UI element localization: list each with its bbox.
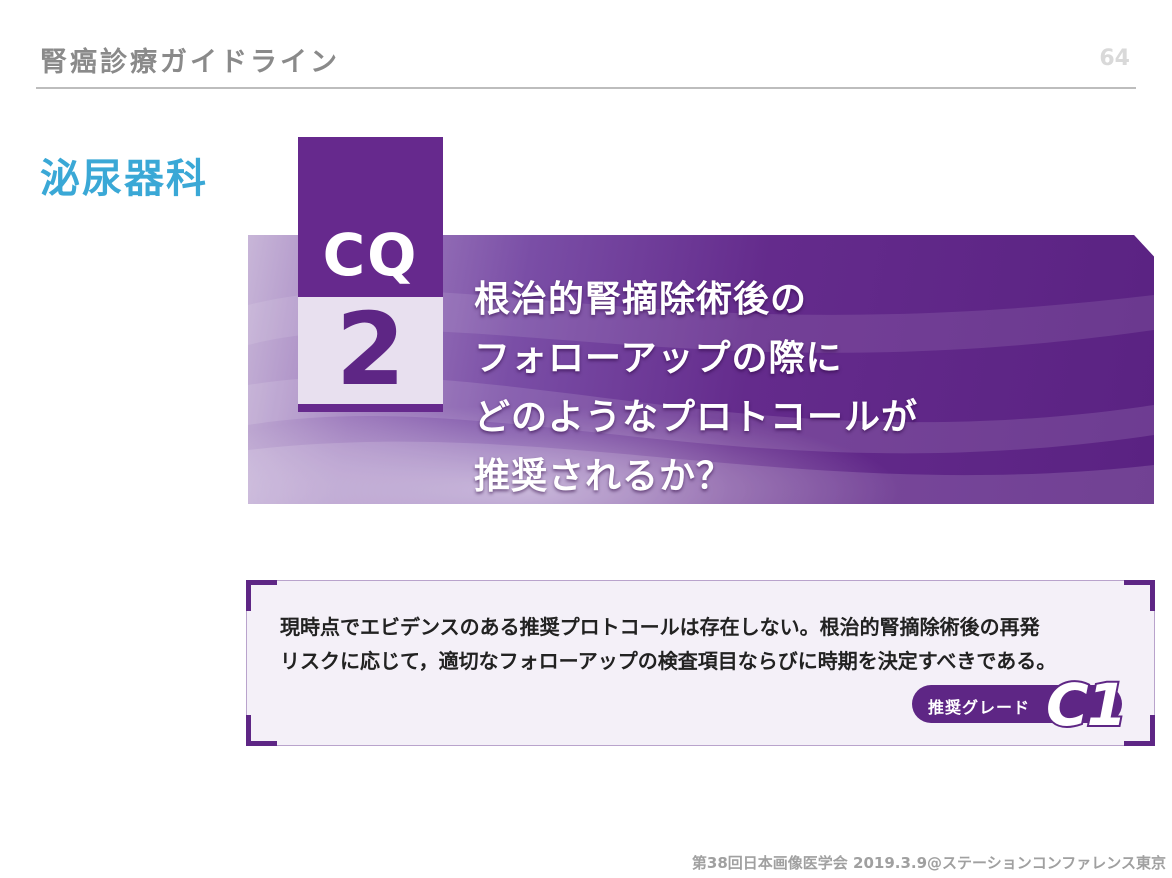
question-line: フォローアップの際に: [474, 338, 843, 379]
recommendation-line: リスクに応じて，適切なフォローアップの検査項目ならびに時期を決定すべきである。: [280, 649, 1057, 673]
box-border: [1154, 606, 1155, 720]
grade-value: C1: [1044, 669, 1129, 741]
cq-label: CQ: [322, 221, 419, 289]
cq-badge: CQ 2: [298, 137, 443, 412]
guideline-title: 腎癌診療ガイドライン: [40, 47, 340, 78]
cq-number-panel: 2: [298, 291, 443, 408]
recommendation-box: 現時点でエビデンスのある推奨プロトコールは存在しない。根治的腎摘除術後の再発 リ…: [246, 580, 1155, 746]
box-border: [272, 745, 1129, 746]
question-line: 推奨されるか？: [474, 456, 734, 497]
recommendation-grade-badge: 推奨グレード C1: [912, 669, 1129, 741]
recommendation-text: 現時点でエビデンスのある推奨プロトコールは存在しない。根治的腎摘除術後の再発 リ…: [280, 610, 1140, 678]
department-heading: 泌尿器科: [40, 156, 208, 202]
box-border: [246, 606, 247, 720]
clinical-question: 根治的腎摘除術後の フォローアップの際に どのようなプロトコールが 推奨されるか…: [474, 270, 1114, 506]
question-line: どのようなプロトコールが: [474, 397, 919, 438]
recommendation-line: 現時点でエビデンスのある推奨プロトコールは存在しない。根治的腎摘除術後の再発: [280, 615, 1040, 639]
corner-bracket: [1124, 715, 1155, 746]
grade-label: 推奨グレード: [928, 698, 1031, 717]
question-line: 根治的腎摘除術後の: [474, 279, 808, 320]
corner-bracket: [1124, 580, 1155, 611]
corner-bracket: [246, 580, 277, 611]
cq-number: 2: [335, 291, 406, 408]
corner-bracket: [246, 715, 277, 746]
conference-footer: 第38回日本画像医学会 2019.3.9@ステーションコンファレンス東京: [691, 854, 1166, 872]
page-number: 64: [1099, 46, 1130, 71]
header-divider: [36, 87, 1136, 89]
box-border: [272, 580, 1129, 581]
